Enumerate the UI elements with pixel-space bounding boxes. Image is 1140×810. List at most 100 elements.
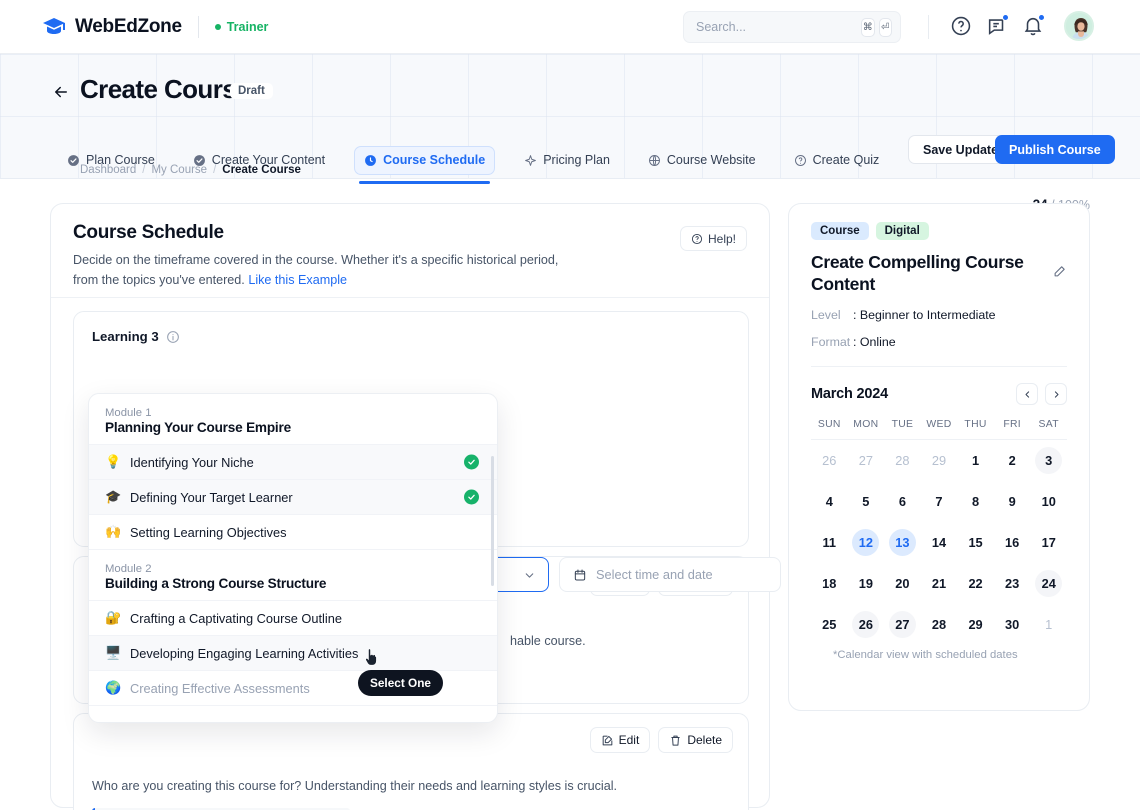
question-circle-icon	[691, 233, 703, 244]
course-summary-panel: Course Digital Create Compelling Course …	[788, 203, 1090, 711]
info-icon[interactable]	[166, 330, 180, 344]
calendar-day-of-week: SUN	[817, 419, 841, 431]
calendar-next-button[interactable]	[1045, 383, 1067, 406]
tab-pricing-plan[interactable]: Pricing Plan	[515, 146, 619, 175]
search-box[interactable]: ⌘ ⏎	[683, 11, 901, 43]
calendar-day-number: 22	[968, 576, 983, 592]
calendar-day-cell[interactable]: 29	[957, 604, 994, 645]
calendar-day-cell[interactable]: 26	[848, 604, 885, 645]
calendar-day-cell[interactable]: 13	[884, 522, 921, 563]
calendar-day-cell[interactable]: 15	[957, 522, 994, 563]
calendar-header: March 2024	[811, 383, 1067, 406]
calendar-day-cell[interactable]: 3	[1030, 440, 1067, 481]
calendar-day-cell[interactable]: 8	[957, 481, 994, 522]
like-this-example-link[interactable]: Like this Example	[248, 273, 347, 287]
top-navigation-bar: WebEdZone Trainer ⌘ ⏎	[0, 0, 1140, 54]
calendar-day-cell[interactable]: 29	[921, 440, 958, 481]
calendar-day-cell[interactable]: 23	[994, 563, 1031, 604]
edit-button[interactable]: Edit	[589, 727, 651, 753]
calendar-day-cell[interactable]: 17	[1030, 522, 1067, 563]
check-circle-icon	[67, 154, 80, 167]
calendar-day-cell[interactable]: 7	[921, 481, 958, 522]
meta-key: Format	[811, 335, 851, 350]
dropdown-scrollbar[interactable]	[491, 456, 494, 586]
option-label: Defining Your Target Learner	[130, 489, 293, 505]
section-description: Decide on the timeframe covered in the c…	[73, 250, 583, 291]
calendar-day-number: 20	[895, 576, 910, 592]
calendar-day-cell[interactable]: 1	[957, 440, 994, 481]
dropdown-option-setting-learning-objectives[interactable]: 🙌 Setting Learning Objectives	[89, 514, 497, 549]
dropdown-option-defining-your-target-learner[interactable]: 🎓 Defining Your Target Learner	[89, 479, 497, 514]
calendar-day-cell[interactable]: 14	[921, 522, 958, 563]
calendar-day-number: 2	[1008, 453, 1016, 469]
meta-level: Level : Beginner to Intermediate	[811, 308, 1067, 322]
role-status-dot	[214, 23, 221, 30]
calendar-day-cell[interactable]: 9	[994, 481, 1031, 522]
check-badge-icon	[464, 454, 479, 470]
calendar-day-cell[interactable]: 28	[884, 440, 921, 481]
calendar-day-cell[interactable]: 4	[811, 481, 848, 522]
calendar-day-cell[interactable]: 10	[1030, 481, 1067, 522]
dropdown-option-developing-engaging-learning-activities[interactable]: 🖥️ Developing Engaging Learning Activiti…	[89, 635, 497, 670]
calendar-day-cell[interactable]: 6	[884, 481, 921, 522]
calendar-day-cell[interactable]: 20	[884, 563, 921, 604]
calendar-day-cell[interactable]: 21	[921, 563, 958, 604]
calendar-day-cell[interactable]: 1	[1030, 604, 1067, 645]
calendar-day-cell[interactable]: 2	[994, 440, 1031, 481]
message-badge	[1002, 14, 1009, 21]
meta-key: Level	[811, 308, 841, 323]
calendar-day-cell[interactable]: 5	[848, 481, 885, 522]
status-badge: Draft	[230, 83, 273, 99]
calendar-day-cell[interactable]: 11	[811, 522, 848, 563]
calendar-day-cell[interactable]: 27	[848, 440, 885, 481]
calendar-day-cell[interactable]: 18	[811, 563, 848, 604]
calendar-day-cell[interactable]: 30	[994, 604, 1031, 645]
globe-icon: 🌍	[105, 680, 122, 695]
dropdown-option-identifying-your-niche[interactable]: 💡 Identifying Your Niche	[89, 444, 497, 479]
calendar-day-of-week: TUE	[891, 419, 914, 431]
brand-logo-group[interactable]: WebEdZone	[42, 15, 182, 39]
help-button[interactable]: Help!	[679, 226, 747, 251]
calendar-day-number: 1	[972, 453, 980, 469]
meta-value: : Online	[853, 335, 896, 350]
calendar-day-number: 9	[1008, 494, 1016, 510]
role-label: Trainer	[226, 19, 269, 34]
bell-icon[interactable]	[1022, 14, 1045, 37]
option-label: Setting Learning Objectives	[130, 524, 287, 540]
chevron-right-icon	[1054, 390, 1058, 398]
calendar-day-cell[interactable]: 26	[811, 440, 848, 481]
tag-course: Course	[811, 222, 869, 240]
delete-button[interactable]: Delete	[658, 727, 733, 753]
calendar-day-cell[interactable]: 24	[1030, 563, 1067, 604]
calendar-nav	[1016, 383, 1067, 406]
search-input[interactable]	[696, 20, 857, 34]
select-time-and-date-input[interactable]: Select time and date	[559, 557, 781, 592]
message-icon[interactable]	[986, 14, 1009, 37]
tab-course-schedule[interactable]: Course Schedule	[354, 145, 496, 184]
calendar-prev-button[interactable]	[1016, 383, 1038, 406]
tab-create-your-content[interactable]: Create Your Content	[184, 146, 334, 175]
tab-plan-course[interactable]: Plan Course	[58, 146, 164, 175]
calendar-day-of-week: WED	[926, 419, 952, 431]
edit-pencil-icon[interactable]	[1052, 264, 1067, 279]
calendar-day-cell[interactable]: 12	[848, 522, 885, 563]
calendar-day-cell[interactable]: 27	[884, 604, 921, 645]
learning-label: Learning 3	[92, 329, 159, 344]
calendar-day-cell[interactable]: 28	[921, 604, 958, 645]
calendar-day-cell[interactable]: 16	[994, 522, 1031, 563]
section-heading: Course Schedule	[73, 222, 224, 243]
help-circle-icon[interactable]	[950, 15, 972, 37]
calendar-day-number: 30	[1005, 617, 1020, 633]
dropdown-option-crafting-a-captivating-course-outline[interactable]: 🔐 Crafting a Captivating Course Outline	[89, 600, 497, 635]
avatar[interactable]	[1064, 11, 1094, 41]
calendar-day-cell[interactable]: 19	[848, 563, 885, 604]
tab-create-quiz[interactable]: Create Quiz	[785, 146, 889, 175]
back-arrow-icon[interactable]	[52, 83, 70, 101]
calendar-day-cell[interactable]: 22	[957, 563, 994, 604]
tab-label: Plan Course	[86, 153, 155, 167]
calendar-day-of-week: SAT	[1038, 419, 1059, 431]
nav-icon-group	[950, 11, 1094, 41]
calendar-day-cell[interactable]: 25	[811, 604, 848, 645]
tab-label: Course Schedule	[383, 153, 486, 167]
tab-course-website[interactable]: Course Website	[639, 146, 765, 175]
